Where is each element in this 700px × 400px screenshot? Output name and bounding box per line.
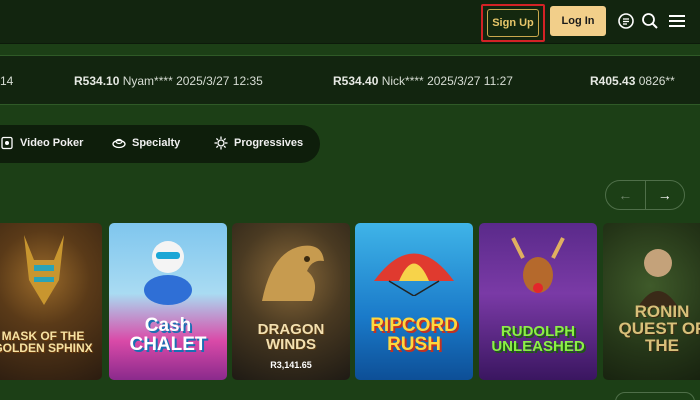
specialty-icon	[112, 138, 126, 149]
ticker-amount: R534.40	[333, 74, 379, 88]
ticker-amount: R405.43	[590, 74, 636, 88]
game-title: RONIN QUEST OF THE	[618, 302, 700, 355]
ticker-item: R534.10 Nyam**** 2025/3/27 12:35	[74, 74, 263, 88]
game-tile-rudolph-unleashed[interactable]: RUDOLPH UNLEASHED	[479, 223, 597, 380]
ticker-item: R405.43 0826**	[590, 74, 675, 88]
ticker-amount: R534.10	[74, 74, 120, 88]
game-jackpot: R3,141.65	[270, 360, 312, 370]
category-label: Video Poker	[20, 137, 84, 149]
signup-button[interactable]: Sign Up	[487, 9, 539, 37]
carousel-arrows: ← →	[605, 180, 685, 210]
search-icon[interactable]	[641, 12, 659, 30]
category-progressives[interactable]: Progressives	[214, 136, 303, 150]
carousel-arrows-bottom[interactable]	[615, 392, 695, 400]
login-button[interactable]: Log In	[550, 6, 606, 36]
ticker-text: 0826**	[638, 74, 675, 88]
game-tile-dragon-winds[interactable]: DRAGON WINDS R3,141.65	[232, 223, 350, 380]
ticker-text: Nyam**** 2025/3/27 12:35	[122, 74, 263, 88]
game-title: Cash CHALET	[129, 315, 207, 355]
category-label: Specialty	[132, 137, 181, 149]
game-title: MASK OF THE GOLDEN SPHINX	[0, 329, 93, 355]
category-specialty[interactable]: Specialty	[112, 136, 180, 150]
ticker-text: Nick**** 2025/3/27 11:27	[381, 74, 513, 88]
progressives-icon	[214, 136, 228, 150]
game-title: DRAGON WINDS	[257, 321, 325, 353]
category-label: Progressives	[234, 137, 304, 149]
next-arrow-icon[interactable]: →	[644, 181, 685, 209]
reindeer-icon	[511, 237, 565, 293]
ticker-item: 14	[0, 74, 13, 88]
category-video-poker[interactable]: Video Poker	[0, 136, 83, 150]
game-tile-golden-sphinx[interactable]: MASK OF THE GOLDEN SPHINX	[0, 223, 102, 380]
ronin-warrior-icon	[638, 249, 678, 307]
dragon-icon	[262, 245, 324, 301]
signup-highlight[interactable]: Sign Up	[481, 4, 545, 42]
menu-icon[interactable]	[668, 12, 686, 30]
parachute-icon	[374, 253, 454, 296]
polar-bear-icon	[144, 241, 192, 305]
chat-icon[interactable]	[617, 12, 635, 30]
ticker-text: 14	[0, 74, 14, 88]
game-tile-cash-chalet[interactable]: Cash CHALET	[109, 223, 227, 380]
game-tile-ronin[interactable]: RONIN QUEST OF THE	[603, 223, 700, 380]
ticker-item: R534.40 Nick**** 2025/3/27 11:27	[333, 74, 513, 88]
game-title: RIPCORD RUSH	[370, 315, 458, 355]
prev-arrow-icon[interactable]: ←	[606, 181, 645, 209]
video-poker-icon	[1, 136, 13, 150]
game-title: RUDOLPH UNLEASHED	[491, 323, 585, 355]
game-tile-ripcord-rush[interactable]: RIPCORD RUSH	[355, 223, 473, 380]
winners-ticker: 14 R534.10 Nyam**** 2025/3/27 12:35 R534…	[0, 55, 700, 105]
sphinx-mask-icon	[24, 235, 64, 305]
